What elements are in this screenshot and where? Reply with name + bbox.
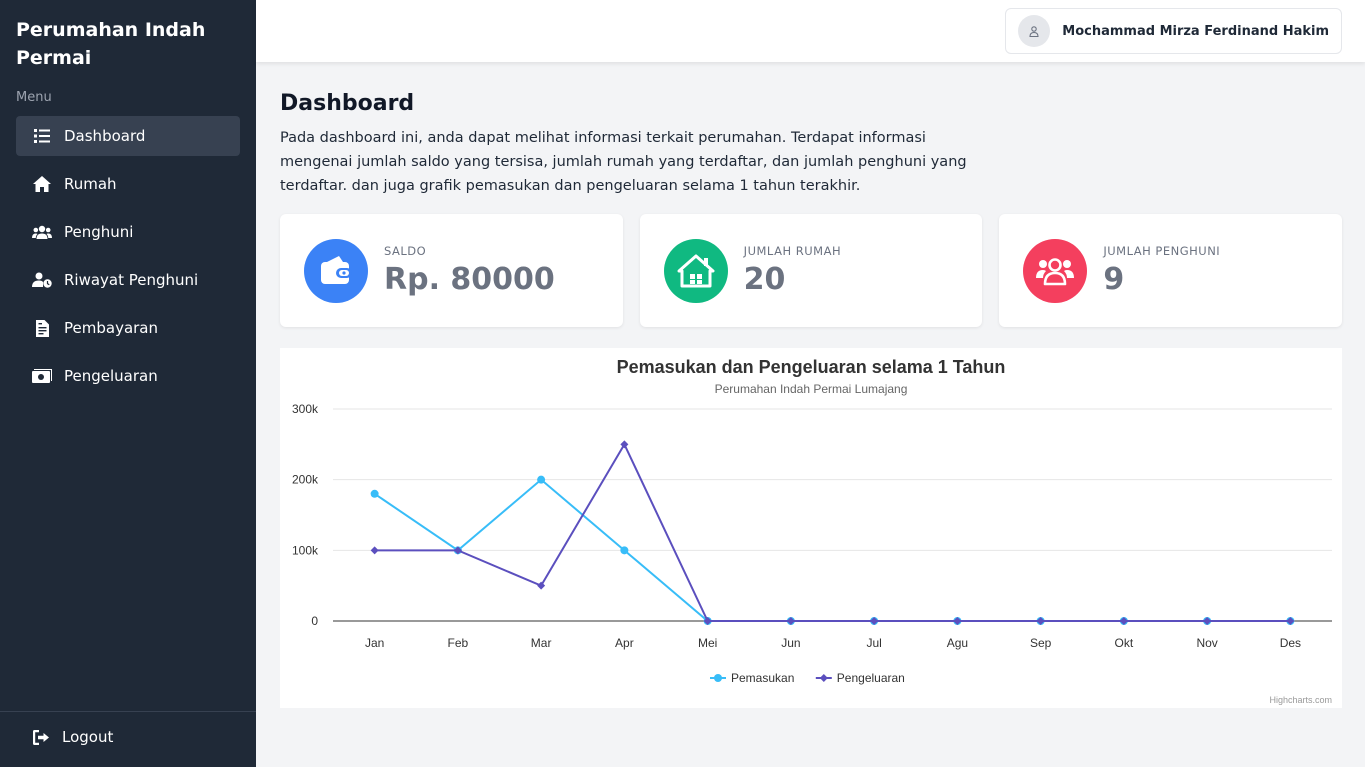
line-chart: Pemasukan dan Pengeluaran selama 1 Tahun… bbox=[280, 348, 1342, 708]
x-tick-label: Jun bbox=[781, 636, 800, 650]
chart-series bbox=[370, 440, 1295, 625]
data-point[interactable] bbox=[620, 546, 629, 555]
logout-button[interactable]: Logout bbox=[0, 712, 256, 762]
topbar: Mochammad Mirza Ferdinand Hakim bbox=[256, 0, 1365, 62]
x-tick-label: Okt bbox=[1115, 636, 1134, 650]
x-tick-label: Agu bbox=[947, 636, 968, 650]
x-tick-label: Nov bbox=[1196, 636, 1217, 650]
chart-subtitle: Perumahan Indah Permai Lumajang bbox=[715, 382, 908, 396]
series-line bbox=[374, 442, 1291, 622]
home-icon bbox=[32, 174, 52, 194]
main-content: Dashboard Pada dashboard ini, anda dapat… bbox=[280, 88, 1342, 198]
data-point[interactable] bbox=[714, 674, 722, 682]
user-icon bbox=[1029, 25, 1039, 37]
page-title: Dashboard bbox=[280, 91, 415, 116]
x-tick-label: Mei bbox=[698, 636, 717, 650]
user-name: Mochammad Mirza Ferdinand Hakim bbox=[1062, 23, 1329, 39]
sidebar-item-label: Rumah bbox=[64, 175, 117, 193]
stat-cards: SALDO Rp. 80000 JUMLAH RUMAH 20 JUMLAH P… bbox=[280, 214, 1343, 327]
sidebar-item-dashboard[interactable]: Dashboard bbox=[16, 116, 240, 156]
list-icon bbox=[32, 126, 52, 146]
user-menu-button[interactable]: Mochammad Mirza Ferdinand Hakim bbox=[1005, 8, 1342, 54]
x-tick-label: Jan bbox=[365, 636, 384, 650]
users-group-icon bbox=[1023, 238, 1088, 303]
chart-gridlines bbox=[333, 408, 1332, 622]
house-icon bbox=[663, 238, 728, 303]
y-tick-label: 0 bbox=[311, 614, 318, 628]
sidebar-item-rumah[interactable]: Rumah bbox=[16, 164, 240, 204]
sidebar-item-label: Penghuni bbox=[64, 223, 134, 241]
users-icon bbox=[32, 222, 52, 242]
stat-value: 9 bbox=[1103, 262, 1125, 297]
sign-out-icon bbox=[32, 728, 50, 746]
data-point[interactable] bbox=[370, 546, 379, 555]
page-description: Pada dashboard ini, anda dapat melihat i… bbox=[280, 130, 967, 194]
sidebar-item-label: Pengeluaran bbox=[64, 367, 158, 385]
chart-credits[interactable]: Highcharts.com bbox=[1269, 695, 1332, 705]
menu-heading: Menu bbox=[16, 90, 52, 105]
chart-y-ticks: 0 100k 200k 300k bbox=[292, 402, 319, 628]
x-tick-label: Sep bbox=[1030, 636, 1052, 650]
x-tick-label: Mar bbox=[531, 636, 552, 650]
sidebar-item-penghuni[interactable]: Penghuni bbox=[16, 212, 240, 252]
sidebar-item-pengeluaran[interactable]: Pengeluaran bbox=[16, 356, 240, 396]
data-point[interactable] bbox=[537, 475, 546, 484]
y-tick-label: 200k bbox=[292, 473, 319, 487]
sidebar-item-label: Dashboard bbox=[64, 127, 146, 145]
legend-label: Pengeluaran bbox=[837, 671, 905, 685]
sidebar-item-label: Pembayaran bbox=[64, 319, 158, 337]
user-clock-icon bbox=[32, 270, 52, 290]
stat-card-jumlah-penghuni: JUMLAH PENGHUNI 9 bbox=[999, 214, 1343, 327]
legend-item[interactable]: Pengeluaran bbox=[815, 671, 905, 685]
sidebar: Perumahan Indah Permai Menu Dashboard Ru… bbox=[0, 0, 256, 767]
stat-card-jumlah-rumah: JUMLAH RUMAH 20 bbox=[639, 214, 983, 327]
sidebar-item-riwayat-penghuni[interactable]: Riwayat Penghuni bbox=[16, 260, 240, 300]
stat-value: 20 bbox=[743, 262, 786, 297]
wallet-icon bbox=[304, 238, 368, 303]
y-tick-label: 300k bbox=[292, 402, 319, 416]
x-tick-label: Feb bbox=[448, 636, 469, 650]
stat-label: JUMLAH PENGHUNI bbox=[1103, 244, 1221, 258]
legend-label: Pemasukan bbox=[731, 671, 794, 685]
stat-value: Rp. 80000 bbox=[384, 262, 555, 297]
avatar bbox=[1018, 15, 1051, 47]
chart-legend[interactable]: Pemasukan Pengeluaran bbox=[710, 671, 905, 685]
logout-label: Logout bbox=[62, 728, 114, 746]
x-tick-label: Des bbox=[1280, 636, 1301, 650]
chart-canvas: Pemasukan dan Pengeluaran selama 1 Tahun… bbox=[292, 357, 1332, 705]
sidebar-item-label: Riwayat Penghuni bbox=[64, 271, 199, 289]
file-invoice-icon bbox=[32, 318, 52, 338]
stat-label: SALDO bbox=[384, 244, 427, 258]
logout-section: Logout bbox=[0, 711, 256, 762]
brand-title: Perumahan Indah Permai bbox=[16, 19, 206, 69]
legend-item[interactable]: Pemasukan bbox=[710, 671, 794, 685]
x-tick-label: Jul bbox=[866, 636, 881, 650]
chart-x-ticks: Jan Feb Mar Apr Mei Jun Jul Agu Sep Okt Nov Des bbox=[365, 636, 1301, 650]
y-tick-label: 100k bbox=[292, 543, 319, 557]
series-pengeluaran bbox=[370, 440, 1295, 625]
sidebar-item-pembayaran[interactable]: Pembayaran bbox=[16, 308, 240, 348]
money-bill-icon bbox=[32, 366, 52, 386]
sidebar-nav: Dashboard Rumah Penghuni Riwayat Penghun… bbox=[16, 116, 240, 404]
data-point[interactable] bbox=[819, 674, 828, 682]
x-tick-label: Apr bbox=[615, 636, 634, 650]
stat-label: JUMLAH RUMAH bbox=[743, 244, 842, 258]
data-point[interactable] bbox=[370, 489, 379, 498]
chart-title: Pemasukan dan Pengeluaran selama 1 Tahun bbox=[617, 357, 1006, 377]
stat-card-saldo: SALDO Rp. 80000 bbox=[280, 214, 623, 327]
